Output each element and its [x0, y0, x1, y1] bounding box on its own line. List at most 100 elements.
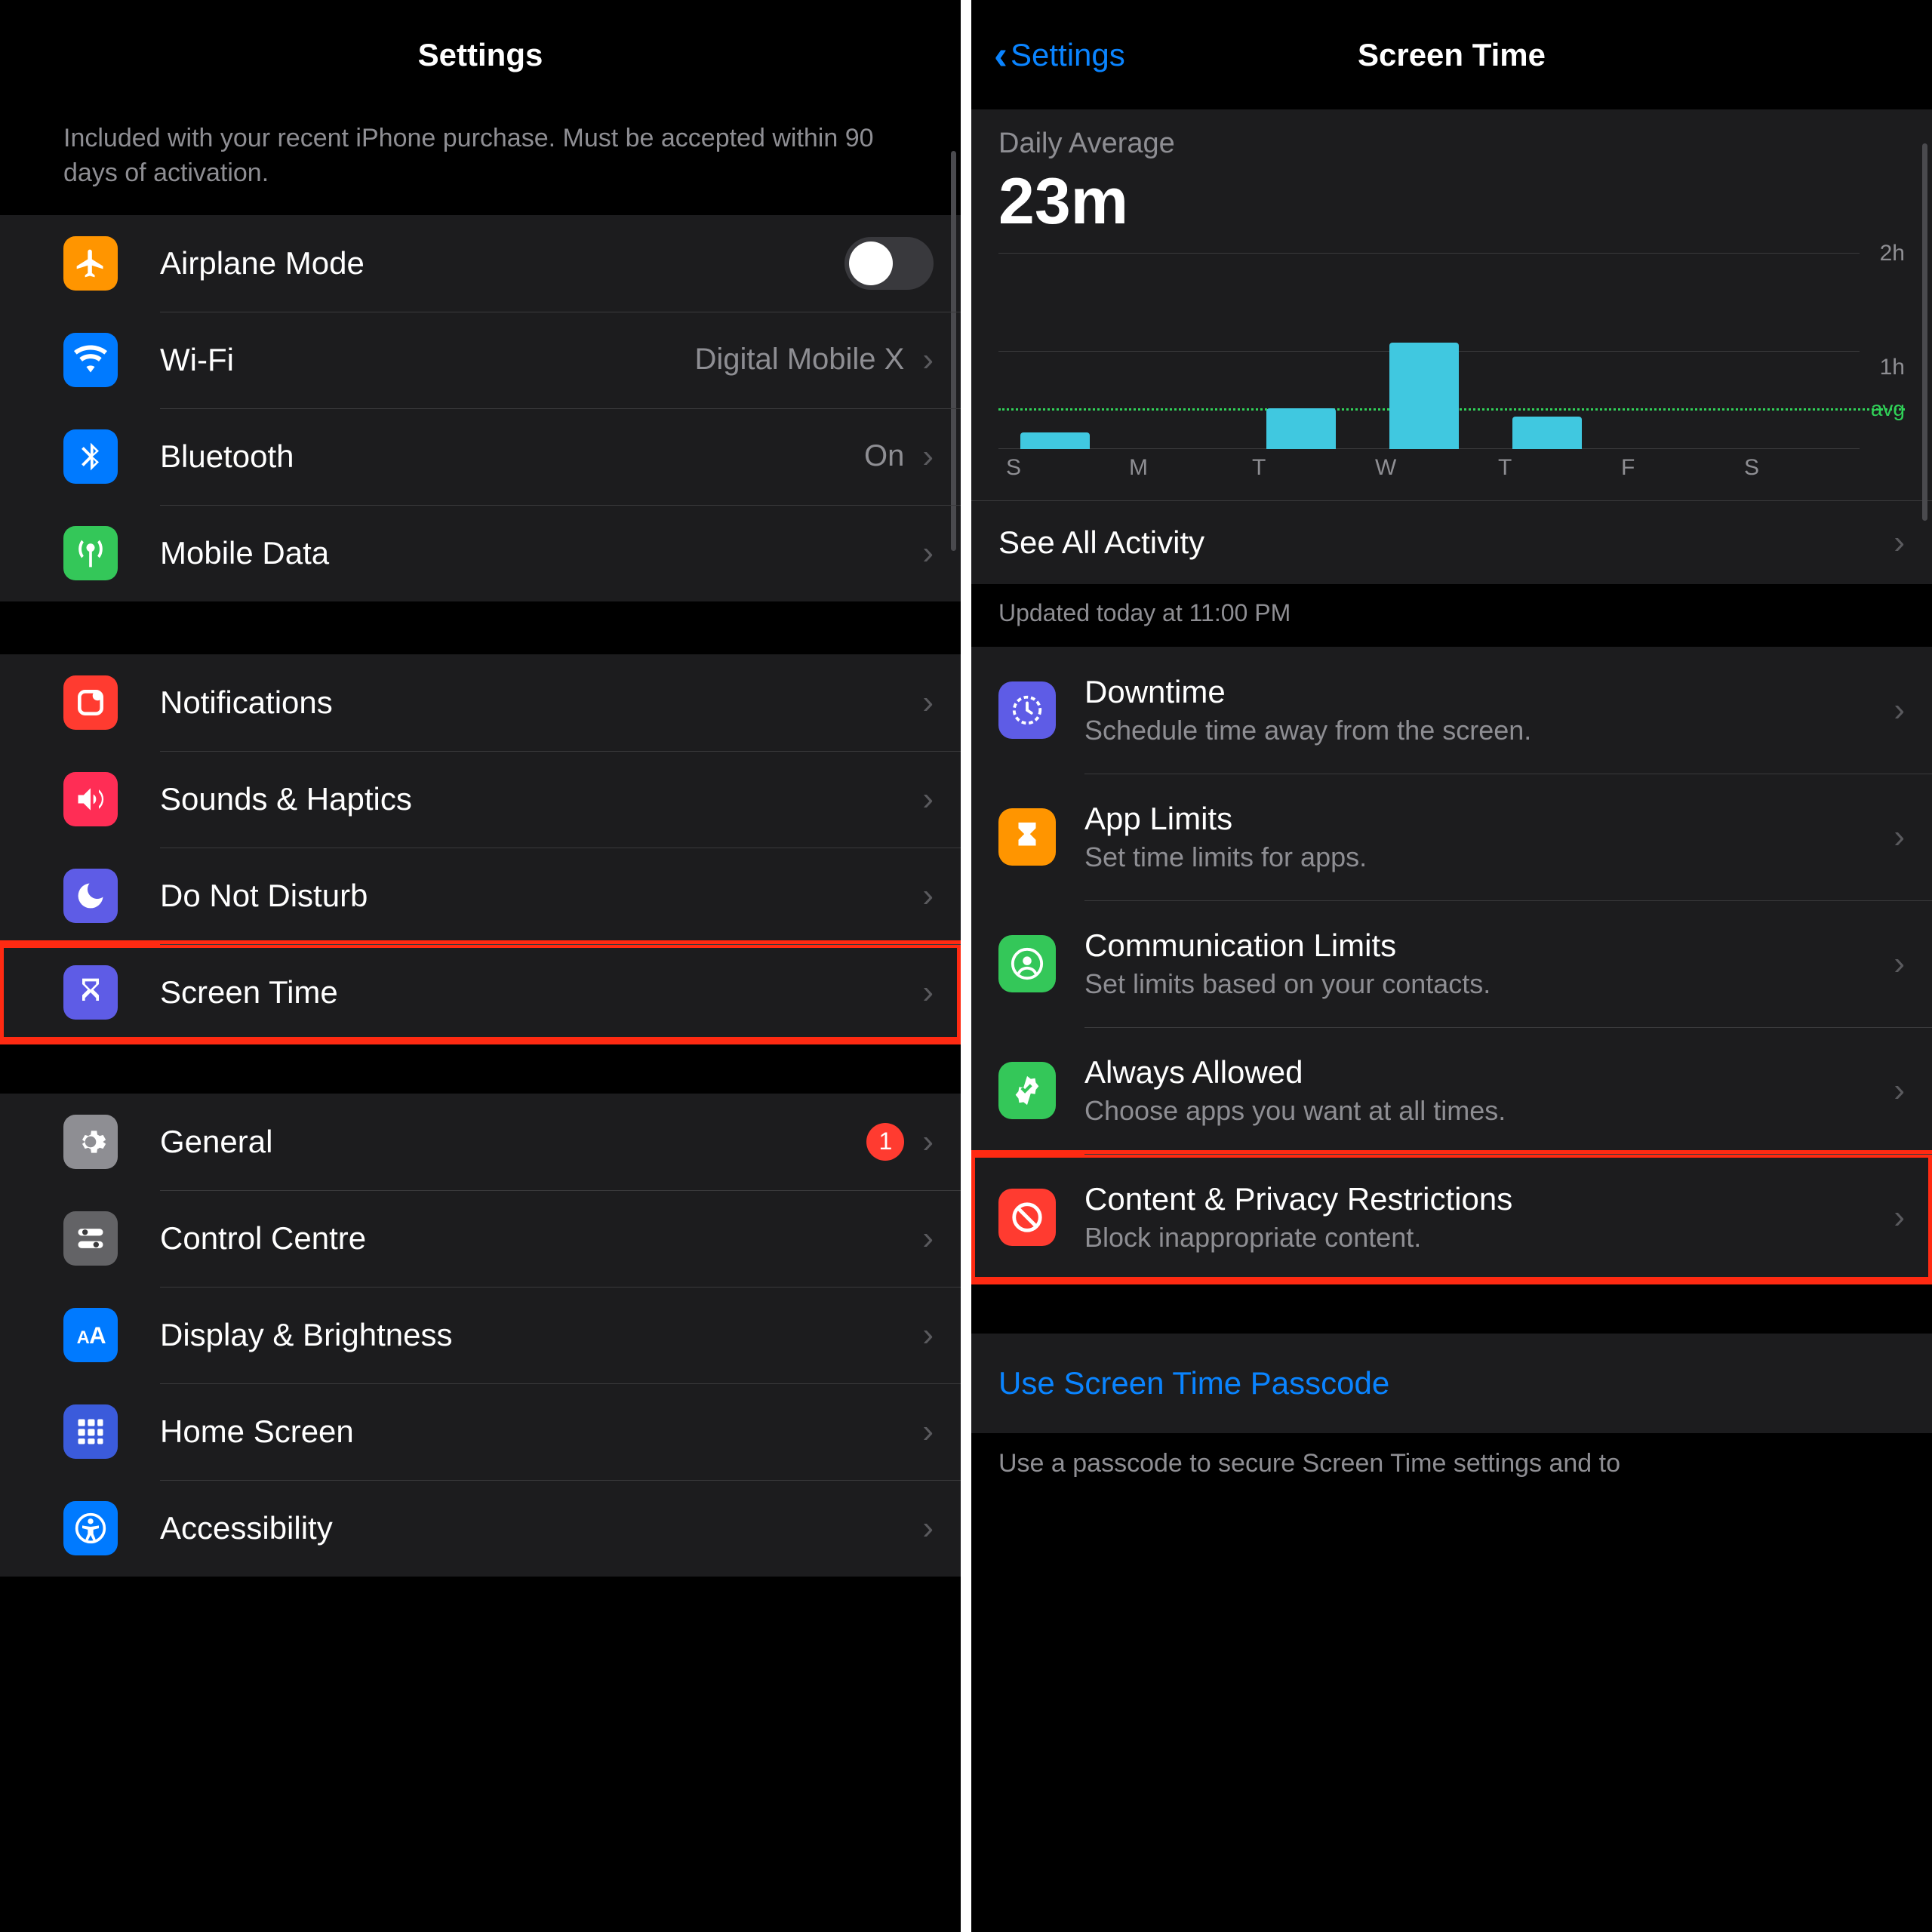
svg-text:A: A [89, 1322, 106, 1349]
home-screen-row[interactable]: Home Screen › [0, 1383, 961, 1480]
nav-bar: Settings [0, 0, 961, 109]
chevron-icon: › [922, 877, 934, 915]
see-all-activity-row[interactable]: See All Activity › [971, 500, 1932, 584]
chevron-left-icon: ‹ [994, 35, 1008, 75]
nav-bar: ‹ Settings Screen Time [971, 0, 1932, 109]
chart-tick-2h: 2h [1880, 241, 1905, 266]
chevron-icon: › [922, 341, 934, 379]
app-limits-row[interactable]: App Limits Set time limits for apps. › [971, 774, 1932, 900]
general-row[interactable]: General 1 › [0, 1094, 961, 1190]
notifications-row[interactable]: Notifications › [0, 654, 961, 751]
comm-limits-sub: Set limits based on your contacts. [1084, 968, 1884, 1000]
accessibility-icon [63, 1501, 118, 1555]
sliders-icon [63, 1211, 118, 1266]
downtime-title: Downtime [1084, 674, 1884, 710]
airplane-mode-row[interactable]: Airplane Mode [0, 215, 961, 312]
passcode-note: Use a passcode to secure Screen Time set… [971, 1433, 1932, 1481]
usage-summary: Daily Average 23m 2h 1h avg S M T W [971, 109, 1932, 500]
daily-average-value: 23m [998, 165, 1905, 239]
daily-average-label: Daily Average [998, 128, 1905, 160]
notifications-icon [63, 675, 118, 730]
app-limits-sub: Set time limits for apps. [1084, 841, 1884, 873]
chart-avg-label: avg [1871, 397, 1905, 421]
chevron-icon: › [1894, 1198, 1905, 1236]
bluetooth-row[interactable]: Bluetooth On › [0, 408, 961, 505]
display-row[interactable]: AA Display & Brightness › [0, 1287, 961, 1383]
use-passcode-link[interactable]: Use Screen Time Passcode [971, 1334, 1932, 1433]
sounds-row[interactable]: Sounds & Haptics › [0, 751, 961, 848]
section-spacer [0, 1041, 961, 1094]
wifi-row[interactable]: Wi-Fi Digital Mobile X › [0, 312, 961, 408]
wifi-icon [63, 333, 118, 387]
accessibility-label: Accessibility [160, 1510, 333, 1546]
chevron-icon: › [1894, 691, 1905, 729]
hourglass-icon [998, 808, 1056, 866]
section-spacer [0, 601, 961, 654]
antenna-icon [63, 526, 118, 580]
scroll-indicator[interactable] [1922, 143, 1927, 521]
airplane-label: Airplane Mode [160, 245, 365, 281]
bluetooth-icon [63, 429, 118, 484]
wifi-label: Wi-Fi [160, 342, 234, 378]
always-allowed-title: Always Allowed [1084, 1054, 1884, 1091]
chevron-icon: › [1894, 524, 1905, 561]
airplane-icon [63, 236, 118, 291]
chevron-icon: › [1894, 1072, 1905, 1109]
screen-time-row[interactable]: Screen Time › [0, 944, 961, 1041]
limits-group: Downtime Schedule time away from the scr… [971, 647, 1932, 1281]
control-centre-label: Control Centre [160, 1220, 366, 1257]
downtime-sub: Schedule time away from the screen. [1084, 715, 1884, 746]
bluetooth-label: Bluetooth [160, 438, 294, 475]
bar-wed [1389, 343, 1458, 449]
content-privacy-row[interactable]: Content & Privacy Restrictions Block ina… [971, 1154, 1932, 1281]
chevron-icon: › [922, 780, 934, 818]
communication-limits-row[interactable]: Communication Limits Set limits based on… [971, 900, 1932, 1027]
see-all-label: See All Activity [998, 525, 1204, 561]
updated-label: Updated today at 11:00 PM [971, 584, 1932, 647]
chart-tick-1h: 1h [1880, 355, 1905, 380]
chevron-icon: › [1894, 818, 1905, 856]
notifications-label: Notifications [160, 685, 333, 721]
downtime-row[interactable]: Downtime Schedule time away from the scr… [971, 647, 1932, 774]
chevron-icon: › [922, 1123, 934, 1161]
dnd-row[interactable]: Do Not Disturb › [0, 848, 961, 944]
chevron-icon: › [922, 684, 934, 721]
accessibility-row[interactable]: Accessibility › [0, 1480, 961, 1577]
control-centre-row[interactable]: Control Centre › [0, 1190, 961, 1287]
svg-text:A: A [77, 1327, 90, 1348]
bluetooth-value: On [864, 439, 916, 473]
connectivity-group: Airplane Mode Wi-Fi Digital Mobile X › B… [0, 215, 961, 601]
grid-icon [63, 1404, 118, 1459]
comm-limits-title: Communication Limits [1084, 928, 1884, 964]
chevron-icon: › [922, 534, 934, 572]
mobile-data-row[interactable]: Mobile Data › [0, 505, 961, 601]
airplane-toggle[interactable] [844, 237, 934, 290]
mobile-data-label: Mobile Data [160, 535, 329, 571]
content-privacy-sub: Block inappropriate content. [1084, 1222, 1884, 1254]
back-button[interactable]: ‹ Settings [994, 35, 1125, 75]
passcode-link-label: Use Screen Time Passcode [998, 1365, 1389, 1401]
screen-time-label: Screen Time [160, 974, 338, 1011]
always-allowed-row[interactable]: Always Allowed Choose apps you want at a… [971, 1027, 1932, 1154]
alerts-group: Notifications › Sounds & Haptics › Do No… [0, 654, 961, 1041]
home-screen-label: Home Screen [160, 1414, 354, 1450]
clock-icon [998, 681, 1056, 739]
page-title: Settings [418, 37, 543, 73]
page-title: Screen Time [1358, 37, 1546, 73]
section-spacer [971, 1281, 1932, 1334]
chart-day-labels: S M T W T F S [998, 455, 1860, 487]
system-group: General 1 › Control Centre › AA Display … [0, 1094, 961, 1577]
settings-screen: Settings Included with your recent iPhon… [0, 0, 961, 1932]
chevron-icon: › [922, 974, 934, 1011]
usage-chart: 2h 1h avg S M T W T F S [998, 253, 1905, 487]
bar-tue [1266, 408, 1335, 449]
chevron-icon: › [922, 1220, 934, 1257]
general-label: General [160, 1124, 272, 1160]
back-label: Settings [1011, 37, 1125, 73]
moon-icon [63, 869, 118, 923]
always-allowed-sub: Choose apps you want at all times. [1084, 1095, 1884, 1127]
dnd-label: Do Not Disturb [160, 878, 368, 914]
no-entry-icon [998, 1189, 1056, 1246]
chevron-icon: › [1894, 945, 1905, 983]
chevron-icon: › [922, 438, 934, 475]
